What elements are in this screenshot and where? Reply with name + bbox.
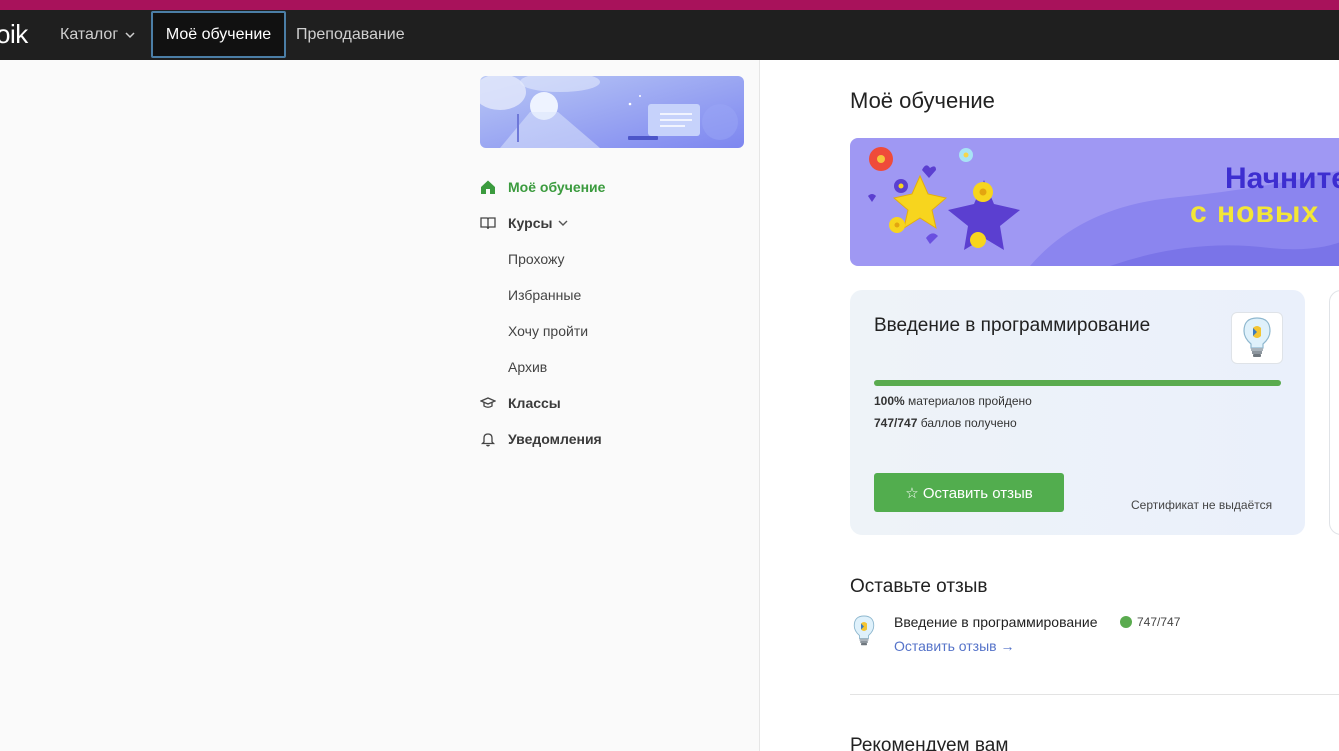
recommend-section-title: Рекомендуем вам [850, 735, 1009, 751]
nav-my-learning[interactable]: Моё обучение [151, 11, 286, 58]
progress-label: материалов пройдено [908, 394, 1032, 408]
sidebar-item-in-progress[interactable]: Прохожу [508, 248, 564, 270]
sidebar-item-label: Избранные [508, 287, 582, 303]
leave-review-link[interactable]: Оставить отзыв → [894, 638, 1014, 654]
progress-fill [874, 380, 1281, 386]
sidebar-banner-illustration[interactable] [480, 76, 744, 148]
sidebar-item-my-learning[interactable]: Моё обучение [480, 176, 605, 198]
promo-headline-1: Начните [1225, 162, 1339, 195]
sidebar-item-label: Прохожу [508, 251, 565, 267]
nav-teaching[interactable]: Преподавание [296, 26, 405, 44]
score-value: 747/747 [874, 416, 918, 430]
section-divider [850, 694, 1339, 695]
nav-catalog-dropdown[interactable]: Каталог [60, 26, 135, 44]
chevron-down-icon [125, 31, 135, 38]
review-score: 747/747 [1120, 615, 1180, 629]
left-panel [0, 60, 760, 751]
sidebar-item-favorites[interactable]: Избранные [508, 284, 581, 306]
browser-top-strip [0, 0, 1339, 10]
progress-bar [874, 380, 1281, 386]
sidebar-item-label: Хочу пройти [508, 323, 589, 339]
leave-review-button[interactable]: ☆ Оставить отзыв [874, 473, 1064, 512]
chevron-down-icon [558, 220, 568, 226]
promo-banner[interactable]: Начните с новых [850, 138, 1339, 266]
score-label: баллов получено [920, 416, 1017, 430]
course-lightbulb-icon [1231, 312, 1283, 364]
promo-headline-2: с новых [1190, 196, 1320, 229]
sidebar-item-label: Архив [508, 359, 548, 375]
sidebar-item-courses[interactable]: Курсы [480, 212, 568, 234]
lightbulb-icon [852, 614, 876, 648]
book-icon [480, 215, 496, 231]
review-section-title: Оставьте отзыв [850, 576, 988, 597]
review-course-title[interactable]: Введение в программирование [894, 614, 1098, 630]
course-card-next[interactable] [1329, 290, 1339, 535]
sidebar-item-archive[interactable]: Архив [508, 356, 547, 378]
review-score-value: 747/747 [1137, 615, 1181, 629]
page-title: Моё обучение [850, 88, 995, 113]
progress-percent: 100% [874, 394, 905, 408]
nav-my-learning-label: Моё обучение [165, 25, 272, 43]
sidebar-item-label: Уведомления [508, 431, 602, 447]
certificate-status: Сертификат не выдаётся [1131, 498, 1273, 512]
sidebar-item-label: Моё обучение [508, 179, 606, 195]
progress-text: 100% материалов пройдено [874, 394, 1032, 408]
course-card[interactable]: Введение в программирование 100% материа… [850, 290, 1305, 535]
graduation-cap-icon [480, 395, 496, 411]
score-text: 747/747 баллов получено [874, 416, 1017, 430]
logo[interactable]: oik [0, 19, 28, 50]
sidebar-item-notifications[interactable]: Уведомления [480, 428, 602, 450]
course-title[interactable]: Введение в программирование [874, 315, 1150, 337]
bell-icon [480, 431, 496, 447]
home-icon [480, 179, 496, 195]
sidebar-item-classes[interactable]: Классы [480, 392, 561, 414]
sidebar-item-label: Классы [508, 395, 561, 411]
sidebar-item-label: Курсы [508, 215, 553, 231]
top-navbar: oik Каталог Моё обучение Преподавание [0, 10, 1339, 60]
score-dot-icon [1120, 616, 1132, 628]
sidebar-item-wishlist[interactable]: Хочу пройти [508, 320, 588, 342]
nav-catalog-label: Каталог [60, 26, 119, 43]
